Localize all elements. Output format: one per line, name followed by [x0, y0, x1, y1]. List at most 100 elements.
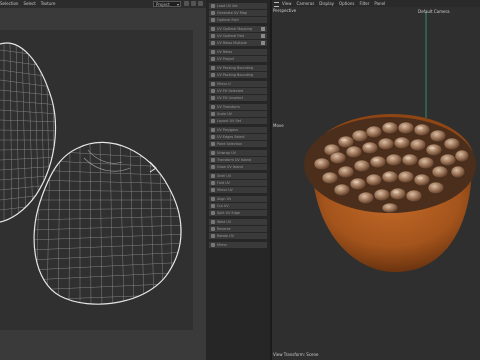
command-icon — [211, 96, 215, 100]
panel-command-button[interactable]: Load UV Set — [209, 3, 267, 9]
panel-command-button[interactable]: UV Optimal Fold — [209, 33, 267, 39]
command-icon — [211, 227, 215, 231]
panel-command-label: Layout UV Set — [217, 119, 242, 123]
panel-command-button[interactable]: UV Transform — [209, 104, 267, 110]
command-icon — [211, 188, 215, 192]
viewport-scene[interactable] — [272, 0, 480, 360]
panel-command-label: UV Project — [217, 57, 235, 61]
command-icon — [211, 142, 215, 146]
panel-command-button[interactable]: Cut UV — [209, 203, 267, 209]
uv-editor-pane: Selection Select Texture Project ▾ — [0, 0, 206, 360]
panel-command-label: UV Packing Bounding — [217, 73, 254, 77]
command-icon — [211, 243, 215, 247]
panel-command-button[interactable]: UV Relax Multiple — [209, 40, 267, 46]
command-icon — [211, 181, 215, 185]
panel-command-button[interactable]: Shell UV — [209, 173, 267, 179]
command-icon — [211, 128, 215, 132]
panel-command-label: Optimal Fold — [217, 18, 239, 22]
command-icon — [211, 151, 215, 155]
option-checkbox[interactable] — [261, 41, 265, 45]
panel-command-label: Weld UV — [217, 220, 232, 224]
command-icon — [211, 211, 215, 215]
command-icon — [211, 82, 215, 86]
panel-command-button[interactable]: UV Relax — [209, 49, 267, 55]
command-icon — [211, 34, 215, 38]
uv-island-outline — [0, 42, 57, 223]
panel-command-button[interactable]: Reverse — [209, 226, 267, 232]
command-icon — [211, 4, 215, 8]
uv-wireframe — [0, 42, 182, 305]
panel-command-label: Transform UV Island — [217, 158, 251, 162]
panel-command-button[interactable]: Scale UV — [209, 111, 267, 117]
panel-command-button[interactable]: Rotate UV — [209, 233, 267, 239]
command-icon — [211, 158, 215, 162]
command-icon — [211, 41, 215, 45]
panel-command-label: Paint Selection — [217, 142, 243, 146]
panel-command-label: Load UV Set — [217, 4, 238, 8]
panel-command-label: Split UV Edge — [217, 211, 241, 215]
panel-command-button[interactable]: Weld UV — [209, 219, 267, 225]
panel-command-button[interactable]: Generate UV Map — [209, 10, 267, 16]
command-icon — [211, 11, 215, 15]
command-icon — [211, 50, 215, 54]
panel-command-label: UV Packing Bounding — [217, 66, 254, 70]
command-icon — [211, 18, 215, 22]
command-icon — [211, 119, 215, 123]
panel-command-button[interactable]: Layout UV Set — [209, 118, 267, 124]
panel-command-button[interactable]: UV Optimal Mapping — [209, 26, 267, 32]
panel-command-button[interactable]: Mirror UV — [209, 187, 267, 193]
panel-command-button[interactable]: Optimal Fold — [209, 17, 267, 23]
panel-command-label: UV Fill Selected — [217, 89, 244, 93]
panel-command-button[interactable]: Transform UV Island — [209, 157, 267, 163]
command-icon — [211, 165, 215, 169]
panel-command-button[interactable]: Fold UV — [209, 180, 267, 186]
panel-command-label: Generate UV Map — [217, 11, 247, 15]
panel-command-button[interactable]: UV Polygons — [209, 127, 267, 133]
panel-command-label: Reverse — [217, 227, 231, 231]
panel-command-button[interactable]: Unwrap UV — [209, 150, 267, 156]
panel-command-label: UV Relax — [217, 50, 233, 54]
panel-command-button[interactable]: Grow UV Island — [209, 164, 267, 170]
command-icon — [211, 234, 215, 238]
panel-command-label: Mirror — [217, 243, 227, 247]
panel-command-label: Cut UV — [217, 204, 229, 208]
panel-command-label: Shell UV — [217, 174, 232, 178]
panel-command-label: UV Optimal Mapping — [217, 27, 252, 31]
command-icon — [211, 57, 215, 61]
tool-hint-label: Move — [273, 123, 284, 128]
panel-command-label: Rotate UV — [217, 234, 234, 238]
panel-command-label: Grow UV Island — [217, 165, 243, 169]
option-checkbox[interactable] — [261, 34, 265, 38]
status-label: View Transform: Scene — [273, 352, 319, 357]
option-checkbox[interactable] — [261, 27, 265, 31]
panel-command-label: UV Optimal Fold — [217, 34, 245, 38]
panel-command-label: Unwrap UV — [217, 151, 236, 155]
panel-command-button[interactable]: UV Fill Selected — [209, 88, 267, 94]
uv-island-outline — [33, 141, 182, 305]
command-icon — [211, 105, 215, 109]
camera-name-label[interactable]: Default Camera — [418, 9, 450, 14]
command-icon — [211, 174, 215, 178]
command-icon — [211, 197, 215, 201]
uv-command-panel: Load UV Set Generate UV Map Optimal Fold UV… — [206, 0, 270, 360]
command-icon — [211, 204, 215, 208]
panel-command-button[interactable]: Align UV — [209, 196, 267, 202]
panel-command-button[interactable]: UV Fill Unselect — [209, 95, 267, 101]
panel-command-button[interactable]: Mirror U — [209, 81, 267, 87]
command-icon — [211, 135, 215, 139]
panel-command-button[interactable]: UV Packing Bounding — [209, 65, 267, 71]
panel-command-button[interactable]: Mirror — [209, 242, 267, 248]
command-icon — [211, 27, 215, 31]
panel-command-button[interactable]: UV Edges Select — [209, 134, 267, 140]
panel-command-label: Mirror U — [217, 82, 231, 86]
viewport-pane[interactable]: View Cameras Display Options Filter Pane… — [272, 0, 480, 360]
panel-command-button[interactable]: UV Project — [209, 56, 267, 62]
panel-command-button[interactable]: UV Packing Bounding — [209, 72, 267, 78]
command-icon — [211, 112, 215, 116]
panel-command-button[interactable]: Paint Selection — [209, 141, 267, 147]
panel-command-label: Fold UV — [217, 181, 230, 185]
panel-command-label: UV Fill Unselect — [217, 96, 244, 100]
panel-command-button[interactable]: Split UV Edge — [209, 210, 267, 216]
panel-command-label: Scale UV — [217, 112, 233, 116]
panel-command-label: Mirror UV — [217, 188, 233, 192]
